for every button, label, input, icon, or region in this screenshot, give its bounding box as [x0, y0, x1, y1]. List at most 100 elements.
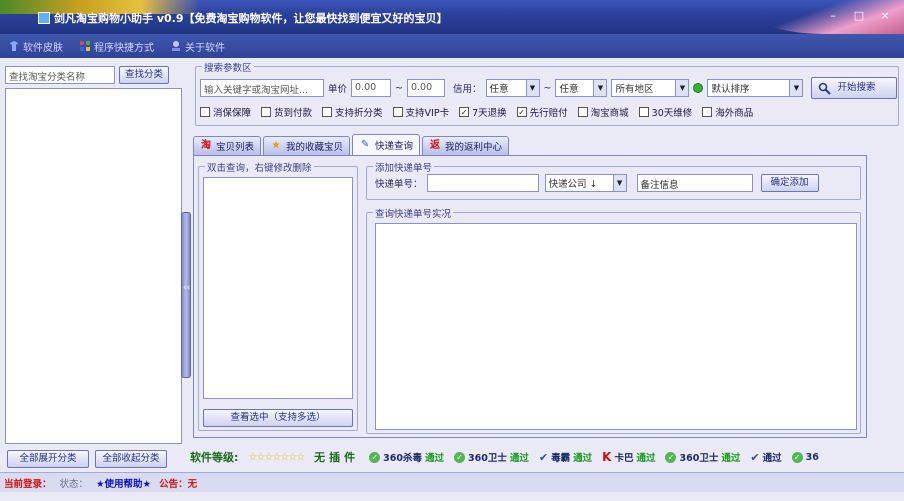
check-tmall[interactable]: 淘宝商城 [577, 105, 629, 119]
chevron-down-icon: ▼ [525, 80, 539, 96]
category-panel: 查找淘宝分类名称 查找分类 全部展开分类 全部收起分类 [3, 62, 184, 470]
express-number-input[interactable] [426, 174, 539, 192]
panel-splitter[interactable]: ‹‹ [181, 212, 191, 378]
credit-min-select[interactable]: 任意 ▼ [485, 79, 540, 97]
badge-360-guard: ✓ 360卫士 通过 [454, 450, 529, 464]
check-7day-return[interactable]: ✓ 7天退换 [459, 105, 507, 119]
express-result-group: 查询快递单号实况 [366, 206, 861, 434]
chevron-down-icon: ▼ [593, 80, 607, 96]
rebate-icon: 返 [430, 140, 441, 151]
check-30day-repair[interactable]: 30天维修 [638, 105, 692, 119]
badge-duba: ✔ 毒霸 通过 [538, 450, 593, 465]
chevron-down-icon: ▼ [612, 175, 626, 191]
no-plugin-label: 无插件 [314, 451, 360, 464]
check-cod[interactable]: 货到付款 [261, 105, 312, 119]
checkbox-checked: ✓ [459, 107, 470, 117]
menu-skin[interactable]: 软件皮肤 [8, 39, 63, 54]
search-params-group: 搜索参数区 输入关键字或淘宝网址... 单价 0.00 ~ 0.00 信用： 任… [195, 60, 899, 126]
maximize-button[interactable]: □ [848, 8, 870, 24]
price-separator: ~ [395, 82, 403, 94]
taobao-icon: 淘 [201, 140, 211, 151]
filter-checkboxes: 消保保障 货到付款 支持折分类 支持VIP卡 ✓ 7天退换 ✓ 先行赔付 淘宝商城 … [200, 105, 753, 119]
tab-rebate[interactable]: 返我的返利中心 [422, 136, 510, 155]
add-express-title: 添加快递单号 [373, 160, 435, 174]
shortcut-icon [80, 41, 90, 51]
note-input[interactable]: 备注信息 [636, 174, 753, 192]
close-button[interactable]: × [874, 8, 896, 24]
region-select[interactable]: 所有地区 ▼ [611, 79, 690, 97]
check-advance-compensation[interactable]: ✓ 先行赔付 [516, 105, 568, 119]
collapse-all-button[interactable]: 全部收起分类 [95, 450, 167, 468]
app-icon [38, 12, 50, 24]
star-icon: ★ [271, 140, 281, 151]
category-tree[interactable] [5, 88, 182, 444]
find-category-button[interactable]: 查找分类 [119, 66, 169, 84]
checkbox [261, 107, 272, 117]
menu-about[interactable]: 关于软件 [170, 39, 225, 54]
tab-item-list[interactable]: 淘宝贝列表 [193, 136, 262, 155]
search-params-title: 搜索参数区 [202, 60, 254, 74]
window-title: 剑凡淘宝购物小助手 v0.9【免费淘宝购物软件，让您最快找到便宜又好的宝贝】 [54, 12, 448, 25]
search-icon [819, 82, 832, 95]
help-link[interactable]: ★使用帮助★ [96, 476, 151, 490]
tab-favorites[interactable]: ★ 我的收藏宝贝 [263, 136, 351, 155]
check-consumer-protection[interactable]: 消保保障 [200, 105, 251, 119]
badge-pass: ✔ 通过 [750, 450, 782, 465]
tab-express[interactable]: ✎ 快递查询 [352, 134, 421, 155]
skin-icon [10, 41, 18, 51]
add-express-group: 添加快递单号 快递单号： 快递公司 ↓ ▼ 备注信息 确定添加 [366, 160, 861, 200]
shield-check-icon: ✓ [791, 451, 803, 463]
collapse-arrow-icon: ‹‹ [183, 283, 191, 293]
menu-bar: 软件皮肤 程序快捷方式 关于软件 [0, 34, 904, 58]
view-selected-button[interactable]: 查看选中（支持多选） [203, 409, 353, 427]
check-vip[interactable]: 支持VIP卡 [392, 105, 449, 119]
history-title: 双击查询，右键修改删除 [205, 160, 314, 174]
chevron-down-icon: ▼ [789, 80, 803, 96]
express-company-select[interactable]: 快递公司 ↓ ▼ [544, 174, 627, 192]
software-level-label: 软件等级: [190, 451, 239, 464]
credit-max-select[interactable]: 任意 ▼ [555, 79, 608, 97]
shield-check-icon: ✓ [665, 451, 677, 463]
status-bar: 当前登录： 状态： ★使用帮助★ 公告： 无 [0, 472, 904, 492]
keyword-input[interactable]: 输入关键字或淘宝网址... [200, 79, 324, 97]
minimize-button[interactable]: – [822, 8, 844, 24]
checkbox [322, 107, 333, 117]
notice-label: 公告： [159, 478, 188, 490]
badge-360-partial: ✓ 36 [791, 451, 819, 463]
title-bar: 剑凡淘宝购物小助手 v0.9【免费淘宝购物软件，让您最快找到便宜又好的宝贝】 –… [0, 0, 904, 34]
login-label: 当前登录： [4, 478, 52, 490]
security-strip: 软件等级: ☆☆☆☆☆☆☆ 无插件 ✓ 360杀毒 通过 ✓ 360卫士 通过 ✔ 毒霸通… [190, 446, 904, 468]
category-search-input[interactable]: 查找淘宝分类名称 [5, 66, 115, 84]
price-max-input[interactable]: 0.00 [406, 79, 445, 97]
rating-stars: ☆☆☆☆☆☆☆ [248, 451, 305, 463]
express-tab-page: 双击查询，右键修改删除 查看选中（支持多选） 添加快递单号 快递单号： 快递公司… [193, 155, 867, 438]
checkmark-icon: ✔ [538, 450, 549, 464]
notice-value: 无 [187, 478, 198, 490]
check-split[interactable]: 支持折分类 [322, 105, 383, 119]
state-label: 状态： [59, 478, 89, 490]
main-tabs: 淘宝贝列表 ★ 我的收藏宝贝 ✎ 快递查询 返我的返利中心 [193, 134, 510, 155]
expand-all-button[interactable]: 全部展开分类 [7, 450, 89, 468]
express-history-list[interactable] [203, 177, 353, 399]
checkbox [638, 107, 649, 117]
start-search-button[interactable]: 开始搜索 [811, 77, 898, 99]
price-min-input[interactable]: 0.00 [351, 79, 392, 97]
credit-separator: ~ [543, 82, 552, 94]
checkmark-icon: ✔ [750, 450, 760, 464]
checkbox [577, 107, 588, 117]
checkbox [392, 107, 403, 117]
badge-360-antivirus: ✓ 360杀毒 通过 [369, 450, 444, 464]
confirm-add-button[interactable]: 确定添加 [760, 174, 819, 192]
kaspersky-icon: K [602, 450, 612, 464]
chevron-down-icon: ▼ [675, 80, 689, 96]
sort-select[interactable]: 默认排序 ▼ [707, 79, 804, 97]
history-group: 双击查询，右键修改删除 查看选中（支持多选） [198, 160, 358, 431]
badge-kaspersky: K 卡巴 通过 [602, 450, 656, 464]
menu-shortcut[interactable]: 程序快捷方式 [79, 39, 154, 54]
credit-label: 信用： [452, 84, 482, 95]
express-result-title: 查询快递单号实况 [373, 206, 454, 220]
price-label: 单价 [328, 84, 348, 95]
express-result-box [375, 223, 857, 430]
checkbox [702, 107, 713, 117]
check-overseas[interactable]: 海外商品 [702, 105, 753, 119]
